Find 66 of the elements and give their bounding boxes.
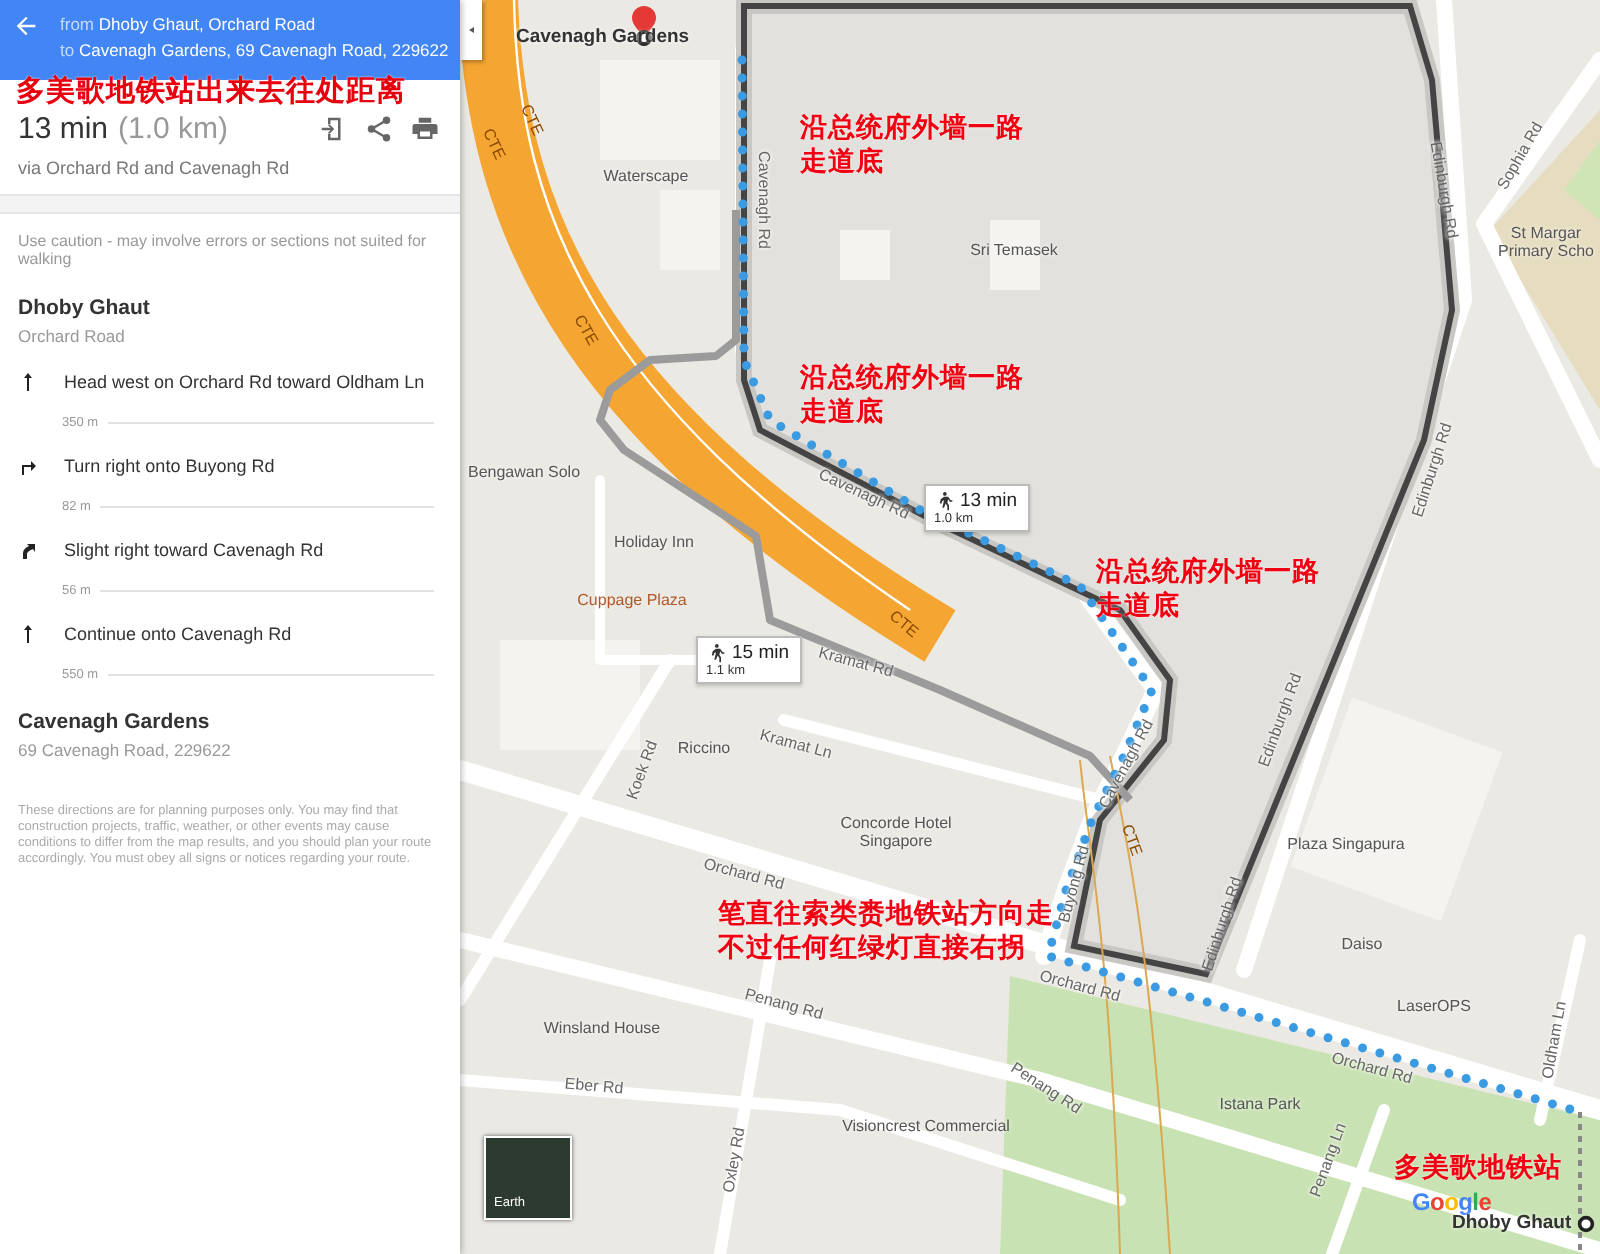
walkway-line xyxy=(1578,1112,1582,1254)
map-label: CTE xyxy=(885,606,923,642)
annotation-text: 沿总统府外墙一路走道底 xyxy=(800,110,1026,178)
step-instruction[interactable]: Slight right toward Cavenagh Rd xyxy=(64,538,324,562)
annotation-text: 笔直往索类赉地铁站方向走不过任何红绿灯直接右拐 xyxy=(718,896,1054,964)
map-label: CTE xyxy=(479,125,509,163)
map-label: LaserOPS xyxy=(1397,997,1471,1015)
back-arrow-icon[interactable] xyxy=(12,12,40,40)
walking-person-icon xyxy=(706,642,726,664)
map-label: Cavenagh Rd xyxy=(755,151,773,249)
origin-label: Dhoby Ghaut xyxy=(1452,1212,1572,1234)
station-marker-icon xyxy=(1577,1215,1595,1233)
map-label: Winsland House xyxy=(543,1019,661,1037)
map-label: Concorde Hotel Singapore xyxy=(840,814,952,850)
map-label: Orchard Rd xyxy=(1037,966,1123,1006)
map-label: Plaza Singapura xyxy=(1287,835,1405,853)
share-icon[interactable] xyxy=(364,114,394,144)
duration-text: 13 min xyxy=(18,112,109,146)
step-instruction[interactable]: Turn right onto Buyong Rd xyxy=(64,454,275,478)
map-label: Riccino xyxy=(677,739,731,757)
building xyxy=(500,640,640,750)
map-label: Orchard Rd xyxy=(701,854,787,894)
origin-name: Dhoby Ghaut xyxy=(18,296,150,320)
map-label: Penang Rd xyxy=(743,984,825,1024)
google-logo: Google xyxy=(1412,1190,1492,1214)
print-icon[interactable] xyxy=(410,114,440,144)
map-label: CTE xyxy=(1118,821,1146,859)
map-label: CTE xyxy=(517,101,547,139)
caret-icon xyxy=(465,22,477,38)
map-label: Oldham Ln xyxy=(1538,999,1570,1081)
route-time: 13 min xyxy=(960,490,1018,512)
step-instruction[interactable]: Head west on Orchard Rd toward Oldham Ln xyxy=(64,370,425,394)
park-area xyxy=(1564,140,1600,220)
origin-address: Dhoby Ghaut, Orchard Road xyxy=(98,14,316,34)
map-label: Sri Temasek xyxy=(970,241,1058,259)
destination-name: Cavenagh Gardens xyxy=(18,710,210,734)
map-label: Orchard Rd xyxy=(1329,1048,1415,1088)
map-label: Edinburgh Rd xyxy=(1426,140,1462,240)
map-label: Bengawan Solo xyxy=(467,463,581,481)
map-label: Kramat Rd xyxy=(816,643,896,681)
via-text: via Orchard Rd and Cavenagh Rd xyxy=(18,158,290,178)
map-label: Cuppage Plaza xyxy=(577,591,687,609)
map-label: Eber Rd xyxy=(563,1074,625,1098)
map-label: Buyong Rd xyxy=(1055,843,1093,925)
origin-address: Orchard Road xyxy=(18,326,125,346)
map-label: Holiday Inn xyxy=(613,533,695,551)
map-label: Daiso xyxy=(1341,935,1383,953)
map-label: Kramat Ln xyxy=(758,725,834,763)
route-time: 15 min xyxy=(732,642,790,664)
map-label: Oxley Rd xyxy=(719,1126,749,1194)
map-label: Koek Rd xyxy=(623,738,661,802)
route-label: from xyxy=(60,14,94,34)
route-label: to xyxy=(60,40,75,60)
destination-address: 69 Cavenagh Road, 229622 xyxy=(18,740,231,760)
map-label: St Margar Primary Scho xyxy=(1498,224,1594,260)
step-instruction[interactable]: Continue onto Cavenagh Rd xyxy=(64,622,292,646)
annotation-text: 多美歌地铁站出来去往处距离 xyxy=(16,76,406,108)
walking-person-icon xyxy=(934,490,954,512)
map-label: Visioncrest Commercial xyxy=(842,1117,1010,1135)
distance-text: (1.0 km) xyxy=(118,112,229,146)
map-label: Istana Park xyxy=(1219,1095,1301,1113)
annotation-text: 多美歌地铁站 xyxy=(1394,1150,1564,1184)
destination-address: Cavenagh Gardens, 69 Cavenagh Road, 229622 xyxy=(78,40,449,60)
annotation-text: 沿总统府外墙一路走道底 xyxy=(800,360,1026,428)
map-label: Waterscape xyxy=(603,167,689,185)
caution-text: Use caution - may involve errors or sections not suited for walking xyxy=(18,232,427,268)
